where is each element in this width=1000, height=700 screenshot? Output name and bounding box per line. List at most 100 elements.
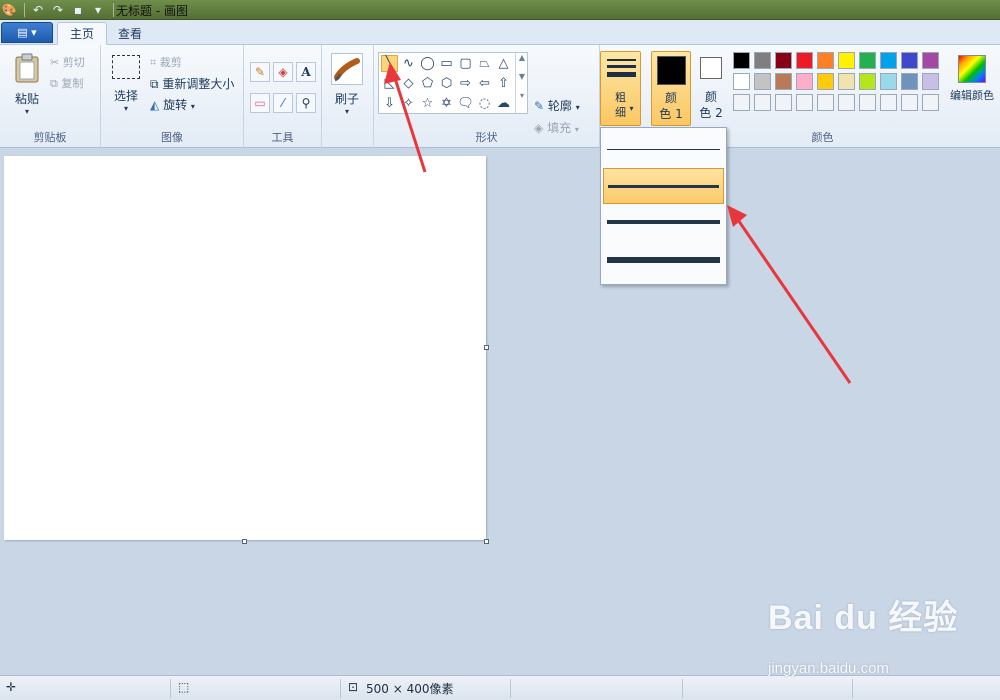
palette-color-swatch[interactable] bbox=[880, 94, 897, 111]
crop-button[interactable]: ⌗ 裁剪 bbox=[150, 54, 182, 70]
right-triangle-shape-icon[interactable]: ◺ bbox=[381, 75, 398, 92]
up-arrow-shape-icon[interactable]: ⇧ bbox=[495, 75, 512, 92]
edit-colors-button[interactable]: 编辑颜色 bbox=[946, 53, 998, 113]
resize-handle-corner[interactable] bbox=[484, 539, 489, 544]
cloud-callout-shape-icon[interactable]: ☁ bbox=[495, 95, 512, 112]
gallery-expand-icon[interactable]: ▾ bbox=[516, 91, 528, 100]
scroll-up-icon[interactable]: ▲ bbox=[516, 53, 528, 62]
clipboard-group-label: 剪贴板 bbox=[33, 131, 67, 144]
palette-color-swatch[interactable] bbox=[859, 73, 876, 90]
palette-color-swatch[interactable] bbox=[922, 73, 939, 90]
line-shape-icon[interactable]: ╲ bbox=[381, 55, 398, 72]
palette-color-swatch[interactable] bbox=[817, 94, 834, 111]
palette-color-swatch[interactable] bbox=[838, 94, 855, 111]
rect-callout-shape-icon[interactable]: 🗨 bbox=[457, 95, 474, 112]
size-option-5px[interactable] bbox=[603, 204, 724, 240]
size-option-1px[interactable] bbox=[603, 132, 724, 168]
oval-callout-shape-icon[interactable]: ◌ bbox=[476, 95, 493, 112]
diamond-shape-icon[interactable]: ◇ bbox=[400, 75, 417, 92]
triangle-shape-icon[interactable]: △ bbox=[495, 55, 512, 72]
scroll-down-icon[interactable]: ▼ bbox=[516, 72, 528, 81]
shapes-scrollbar[interactable]: ▲ ▼ ▾ bbox=[515, 53, 528, 113]
fill-button[interactable]: ◈ 填充 ▾ bbox=[534, 119, 579, 136]
save-icon[interactable]: ▪ bbox=[69, 2, 87, 18]
curve-shape-icon[interactable]: ∿ bbox=[400, 55, 417, 72]
left-arrow-shape-icon[interactable]: ⇦ bbox=[476, 75, 493, 92]
magnifier-icon[interactable]: ⚲ bbox=[296, 93, 316, 113]
watermark-sub-text: jingyan.baidu.com bbox=[768, 660, 889, 677]
undo-icon[interactable]: ↶ bbox=[29, 2, 47, 18]
palette-color-swatch[interactable] bbox=[922, 94, 939, 111]
drawing-canvas[interactable] bbox=[4, 156, 486, 540]
palette-color-swatch[interactable] bbox=[733, 94, 750, 111]
palette-color-swatch[interactable] bbox=[922, 52, 939, 69]
palette-color-swatch[interactable] bbox=[775, 94, 792, 111]
outline-button[interactable]: ✎ 轮廓 ▾ bbox=[534, 97, 580, 114]
palette-color-swatch[interactable] bbox=[775, 52, 792, 69]
palette-color-swatch[interactable] bbox=[775, 73, 792, 90]
resize-handle-bottom[interactable] bbox=[242, 539, 247, 544]
size-option-8px[interactable] bbox=[603, 242, 724, 278]
fill-bucket-icon[interactable]: ◈ bbox=[273, 62, 293, 82]
qat-dropdown-icon[interactable]: ▾ bbox=[89, 2, 107, 18]
pencil-icon[interactable]: ✎ bbox=[250, 62, 270, 82]
cursor-position-icon: ✛ bbox=[6, 680, 17, 694]
palette-color-swatch[interactable] bbox=[859, 94, 876, 111]
status-separator bbox=[682, 679, 683, 698]
five-point-star-shape-icon[interactable]: ☆ bbox=[419, 95, 436, 112]
size-option-3px[interactable] bbox=[603, 168, 724, 204]
palette-color-swatch[interactable] bbox=[796, 52, 813, 69]
eraser-icon[interactable]: ▭ bbox=[250, 93, 270, 113]
resize-handle-right[interactable] bbox=[484, 345, 489, 350]
six-point-star-shape-icon[interactable]: ✡ bbox=[438, 95, 455, 112]
rotate-button[interactable]: ◭ 旋转 ▾ bbox=[150, 96, 195, 113]
palette-color-swatch[interactable] bbox=[838, 73, 855, 90]
rounded-rectangle-shape-icon[interactable]: ▢ bbox=[457, 55, 474, 72]
cut-button[interactable]: ✂ 剪切 bbox=[50, 54, 85, 70]
palette-color-swatch[interactable] bbox=[817, 52, 834, 69]
palette-color-swatch[interactable] bbox=[733, 52, 750, 69]
palette-color-swatch[interactable] bbox=[754, 94, 771, 111]
palette-color-swatch[interactable] bbox=[817, 73, 834, 90]
brushes-button[interactable]: 刷子 ▾ bbox=[330, 53, 364, 125]
down-arrow-shape-icon[interactable]: ⇩ bbox=[381, 95, 398, 112]
palette-color-swatch[interactable] bbox=[796, 94, 813, 111]
tab-view[interactable]: 查看 bbox=[106, 22, 154, 45]
text-tool-icon[interactable]: A bbox=[296, 62, 316, 82]
palette-color-swatch[interactable] bbox=[859, 52, 876, 69]
color-1-button[interactable]: 颜 色 1 bbox=[651, 51, 691, 126]
palette-color-swatch[interactable] bbox=[796, 73, 813, 90]
palette-color-swatch[interactable] bbox=[754, 52, 771, 69]
palette-color-swatch[interactable] bbox=[901, 94, 918, 111]
paste-button[interactable]: 粘贴 ▾ bbox=[10, 53, 44, 125]
copy-button[interactable]: ⧉ 复制 bbox=[50, 75, 83, 91]
rectangle-shape-icon[interactable]: ▭ bbox=[438, 55, 455, 72]
pentagon-shape-icon[interactable]: ⬠ bbox=[419, 75, 436, 92]
palette-color-swatch[interactable] bbox=[733, 73, 750, 90]
color-2-swatch bbox=[700, 57, 722, 79]
palette-color-swatch[interactable] bbox=[880, 73, 897, 90]
palette-color-swatch[interactable] bbox=[901, 73, 918, 90]
resize-button[interactable]: ⧉ 重新调整大小 bbox=[150, 75, 234, 92]
ribbon-tab-row: ▤ ▾ 主页 查看 bbox=[0, 20, 1000, 45]
color-2-button[interactable]: 颜 色 2 bbox=[694, 51, 728, 126]
polygon-shape-icon[interactable]: ⏢ bbox=[476, 55, 493, 72]
file-menu-button[interactable]: ▤ ▾ bbox=[1, 22, 53, 43]
paint-app-icon[interactable]: 🎨 bbox=[0, 2, 18, 18]
tab-home[interactable]: 主页 bbox=[57, 22, 108, 45]
edit-colors-rainbow-icon bbox=[958, 55, 986, 83]
select-button[interactable]: 选择 ▾ bbox=[109, 55, 143, 125]
hexagon-shape-icon[interactable]: ⬡ bbox=[438, 75, 455, 92]
palette-color-swatch[interactable] bbox=[880, 52, 897, 69]
color-picker-icon[interactable]: ⁄ bbox=[273, 93, 293, 113]
redo-icon[interactable]: ↷ bbox=[49, 2, 67, 18]
palette-color-swatch[interactable] bbox=[901, 52, 918, 69]
fill-label: 填充 bbox=[547, 121, 572, 135]
size-option-line bbox=[607, 257, 720, 263]
palette-color-swatch[interactable] bbox=[754, 73, 771, 90]
size-button[interactable]: 粗 细 ▾ bbox=[600, 51, 641, 126]
oval-shape-icon[interactable]: ◯ bbox=[419, 55, 436, 72]
palette-color-swatch[interactable] bbox=[838, 52, 855, 69]
four-point-star-shape-icon[interactable]: ✧ bbox=[400, 95, 417, 112]
right-arrow-shape-icon[interactable]: ⇨ bbox=[457, 75, 474, 92]
